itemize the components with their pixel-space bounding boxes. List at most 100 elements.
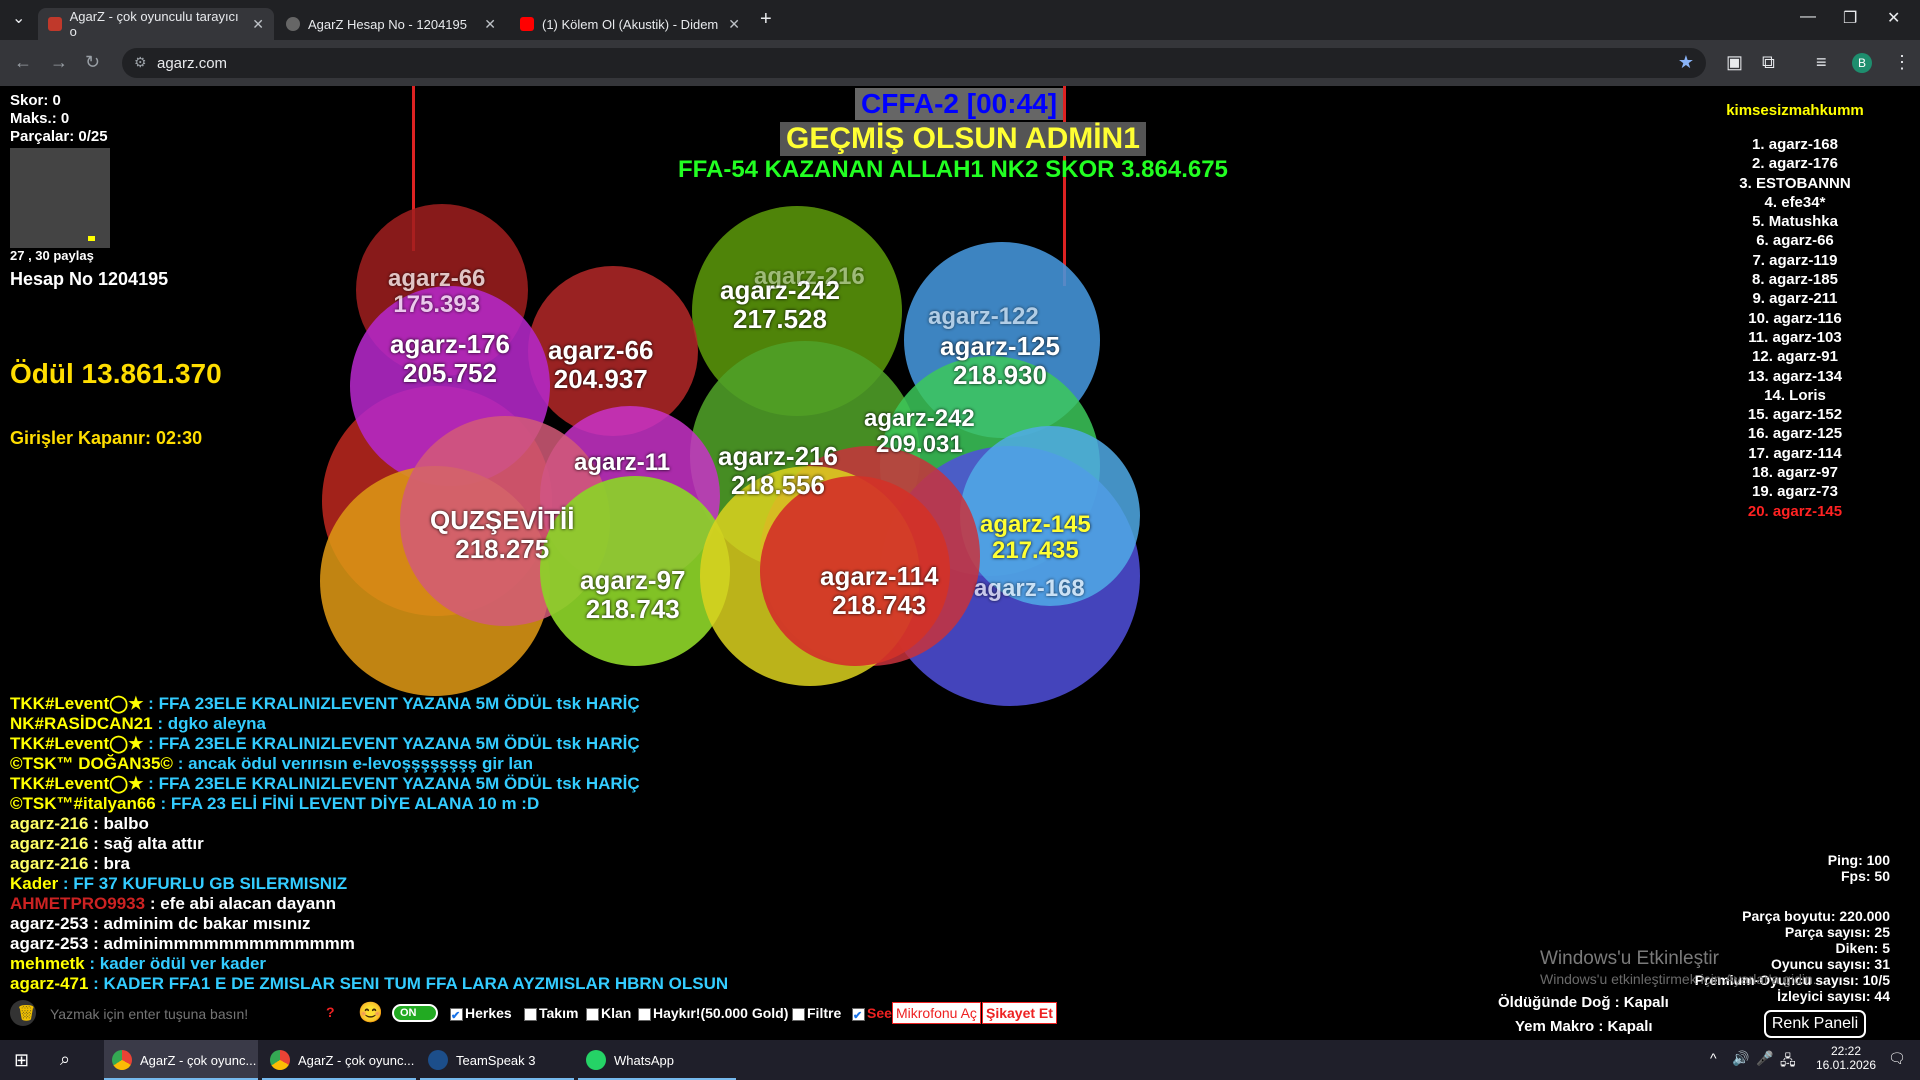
emoji-icon[interactable]: 😊 bbox=[358, 1000, 383, 1025]
leaderboard: kimsesizmahkumm 1. agarz-168 2. agarz-176… bbox=[1700, 102, 1890, 521]
tab-agarz-game[interactable]: AgarZ - çok oyunculu tarayıcı o ✕ bbox=[38, 8, 274, 40]
taskbar-chrome-2[interactable]: AgarZ - çok oyunc... bbox=[262, 1040, 416, 1080]
profile-avatar[interactable]: B bbox=[1852, 53, 1872, 73]
chat-author[interactable]: TKK#Levent◯★ bbox=[10, 694, 143, 713]
chat-text: efe abi alacan dayann bbox=[160, 894, 336, 913]
chat-author[interactable]: Kader bbox=[10, 874, 58, 893]
herkes-checkbox[interactable]: Herkes bbox=[450, 1005, 512, 1021]
chat-toggle[interactable]: ON bbox=[392, 1004, 438, 1022]
piece-count-stat: Parça sayısı: 25 bbox=[1784, 924, 1890, 940]
cell-score: 218.930 bbox=[952, 359, 1047, 390]
tray-chevron-icon[interactable]: ^ bbox=[1710, 1050, 1717, 1066]
taskbar-whatsapp[interactable]: WhatsApp bbox=[578, 1040, 736, 1080]
player-count-stat: Oyuncu sayısı: 31 bbox=[1770, 956, 1890, 972]
tab-search-icon[interactable]: ⌄ bbox=[12, 8, 25, 28]
chat-author[interactable]: agarz-253 bbox=[10, 914, 88, 933]
chat-message: mehmetk : kader ödül ver kader bbox=[10, 954, 267, 973]
leaderboard-item: 19. agarz-73 bbox=[1752, 483, 1838, 501]
leaderboard-item: 14. Loris bbox=[1764, 386, 1826, 404]
reload-button[interactable]: ↻ bbox=[85, 52, 100, 73]
chat-message: agarz-216 : bra bbox=[10, 854, 131, 873]
close-window-button[interactable]: ✕ bbox=[1887, 8, 1900, 28]
game-canvas[interactable]: Skor: 0 Maks.: 0 Parçalar: 0/25 27 , 30 … bbox=[0, 86, 1920, 1038]
coords-share[interactable]: 27 , 30 paylaş bbox=[10, 248, 94, 263]
tab-label: (1) Kölem Ol (Akustik) - Didem bbox=[542, 16, 719, 32]
cell-score: 209.031 bbox=[875, 431, 963, 459]
cell-name: agarz-66 bbox=[548, 335, 654, 365]
extension-icon[interactable]: ▣ bbox=[1726, 52, 1743, 73]
chat-author[interactable]: agarz-216 bbox=[10, 854, 88, 873]
spectator-count-stat: İzleyici sayısı: 44 bbox=[1777, 988, 1890, 1004]
taskbar-chrome-1[interactable]: AgarZ - çok oyunc... bbox=[104, 1040, 258, 1080]
cell-label: agarz-216 218.556 bbox=[718, 442, 838, 499]
windows-taskbar: ⊞ ⌕ AgarZ - çok oyunc... AgarZ - çok oyu… bbox=[0, 1040, 1920, 1080]
chat-author[interactable]: ©TSK™ DOĞAN35© bbox=[10, 754, 173, 773]
see-checkbox[interactable]: See bbox=[852, 1005, 892, 1021]
chrome-icon bbox=[112, 1050, 132, 1070]
close-icon[interactable]: ✕ bbox=[484, 16, 496, 33]
report-button[interactable]: Şikayet Et bbox=[982, 1002, 1057, 1024]
windows-start-icon[interactable]: ⊞ bbox=[14, 1050, 29, 1071]
chat-input[interactable] bbox=[48, 1001, 312, 1027]
address-bar[interactable]: ⚙ agarz.com ★ bbox=[122, 48, 1706, 78]
chrome-icon bbox=[270, 1050, 290, 1070]
tab-youtube[interactable]: (1) Kölem Ol (Akustik) - Didem ✕ bbox=[510, 8, 750, 40]
klan-checkbox[interactable]: Klan bbox=[586, 1005, 631, 1021]
clock[interactable]: 22:22 16.01.2026 bbox=[1812, 1044, 1880, 1072]
chat-author[interactable]: mehmetk bbox=[10, 954, 85, 973]
cell-label: agarz-114 218.743 bbox=[820, 562, 939, 619]
taskbar-app-label: WhatsApp bbox=[614, 1052, 674, 1068]
chat-author[interactable]: agarz-216 bbox=[10, 814, 88, 833]
leaderboard-item: 2. agarz-176 bbox=[1752, 155, 1838, 173]
trash-icon[interactable]: 🗑 bbox=[10, 1000, 36, 1026]
site-info-icon[interactable]: ⚙ bbox=[134, 54, 147, 71]
chat-author[interactable]: NK#RASİDCAN21 bbox=[10, 714, 153, 733]
chat-text: FFA 23ELE KRALINIZLEVENT YAZANA 5M ÖDÜL … bbox=[158, 694, 640, 713]
close-icon[interactable]: ✕ bbox=[252, 16, 264, 33]
cell-name: agarz-11 bbox=[574, 449, 671, 476]
chat-author[interactable]: agarz-471 bbox=[10, 974, 88, 993]
chat-author[interactable]: TKK#Levent◯★ bbox=[10, 734, 143, 753]
haykir-checkbox[interactable]: Haykır!(50.000 Gold) bbox=[638, 1005, 788, 1021]
bookmark-star-icon[interactable]: ★ bbox=[1678, 52, 1694, 73]
chat-author[interactable]: agarz-253 bbox=[10, 934, 88, 953]
taskbar-teamspeak[interactable]: TeamSpeak 3 bbox=[420, 1040, 574, 1080]
microphone-tray-icon[interactable]: 🎤 bbox=[1756, 1050, 1773, 1067]
back-button[interactable]: ← bbox=[14, 52, 32, 73]
network-icon[interactable]: 🖧 bbox=[1780, 1050, 1796, 1074]
takim-label: Takım bbox=[539, 1005, 579, 1021]
leaderboard-item: 13. agarz-134 bbox=[1747, 367, 1843, 385]
leaderboard-list: 1. agarz-168 2. agarz-176 3. ESTOBANNN 4. e… bbox=[1700, 135, 1890, 521]
search-icon[interactable]: ⌕ bbox=[60, 1049, 70, 1070]
taskbar-app-label: TeamSpeak 3 bbox=[456, 1052, 536, 1068]
filtre-checkbox[interactable]: Filtre bbox=[792, 1005, 841, 1021]
chat-text: dgko aleyna bbox=[167, 714, 267, 733]
cell-score: 218.743 bbox=[585, 593, 680, 624]
new-tab-button[interactable]: + bbox=[760, 8, 772, 31]
color-panel-button[interactable]: Renk Paneli bbox=[1764, 1010, 1866, 1038]
cell-label: agarz-125 218.930 bbox=[940, 332, 1060, 389]
media-icon[interactable]: ≡ bbox=[1816, 52, 1827, 73]
tab-agarz-hesap[interactable]: AgarZ Hesap No - 1204195 ✕ bbox=[276, 8, 506, 40]
cell-name: agarz-145 bbox=[980, 511, 1091, 538]
puzzle-icon[interactable]: ⧉ bbox=[1762, 52, 1775, 73]
minimize-button[interactable]: — bbox=[1800, 8, 1816, 26]
chat-author[interactable]: AHMETPRO9933 bbox=[10, 894, 145, 913]
cell-name: agarz-97 bbox=[580, 565, 686, 595]
volume-icon[interactable]: 🔊 bbox=[1732, 1050, 1749, 1067]
notification-icon[interactable]: 🗨 bbox=[1888, 1050, 1906, 1067]
forward-button[interactable]: → bbox=[50, 52, 68, 73]
chat-author[interactable]: TKK#Levent◯★ bbox=[10, 774, 143, 793]
chat-message: Kader : FF 37 KUFURLU GB SILERMISNIZ bbox=[10, 874, 348, 893]
menu-icon[interactable]: ⋮ bbox=[1893, 52, 1911, 73]
chat-text: adminimmmmmmmmmmmmm bbox=[103, 934, 355, 953]
takim-checkbox[interactable]: Takım bbox=[524, 1005, 578, 1021]
globe-icon bbox=[286, 17, 300, 31]
microphone-button[interactable]: Mikrofonu Aç bbox=[892, 1002, 981, 1024]
help-button[interactable]: ? bbox=[326, 1004, 335, 1020]
close-icon[interactable]: ✕ bbox=[728, 16, 740, 33]
restore-button[interactable]: ❐ bbox=[1843, 8, 1857, 28]
chat-author[interactable]: agarz-216 bbox=[10, 834, 88, 853]
cell-name: agarz-125 bbox=[940, 331, 1060, 361]
chat-author[interactable]: ©TSK™#italyan66 bbox=[10, 794, 156, 813]
